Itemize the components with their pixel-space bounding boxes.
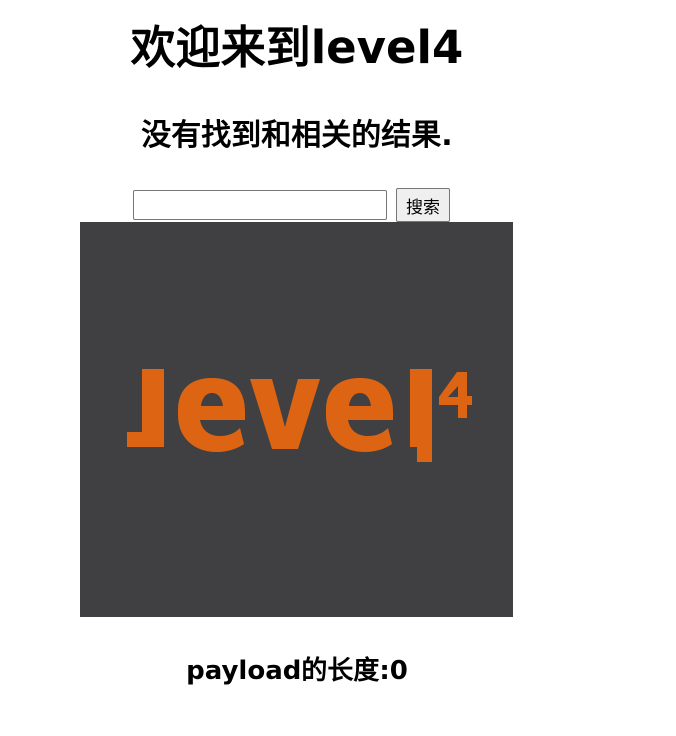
page: 欢迎来到level4 没有找到和相关的结果. 搜索 payload的长度:0 (0, 0, 594, 736)
payload-length-text: payload的长度:0 (186, 656, 408, 686)
level4-logo-letters (127, 369, 472, 462)
search-button[interactable]: 搜索 (396, 188, 450, 222)
level4-logo (80, 222, 513, 617)
level4-logo-graphic (127, 369, 472, 462)
search-input[interactable] (133, 190, 387, 220)
page-title: 欢迎来到level4 (130, 21, 464, 74)
search-result-message: 没有找到和相关的结果. (141, 118, 453, 153)
search-form: 搜索 (133, 188, 450, 222)
